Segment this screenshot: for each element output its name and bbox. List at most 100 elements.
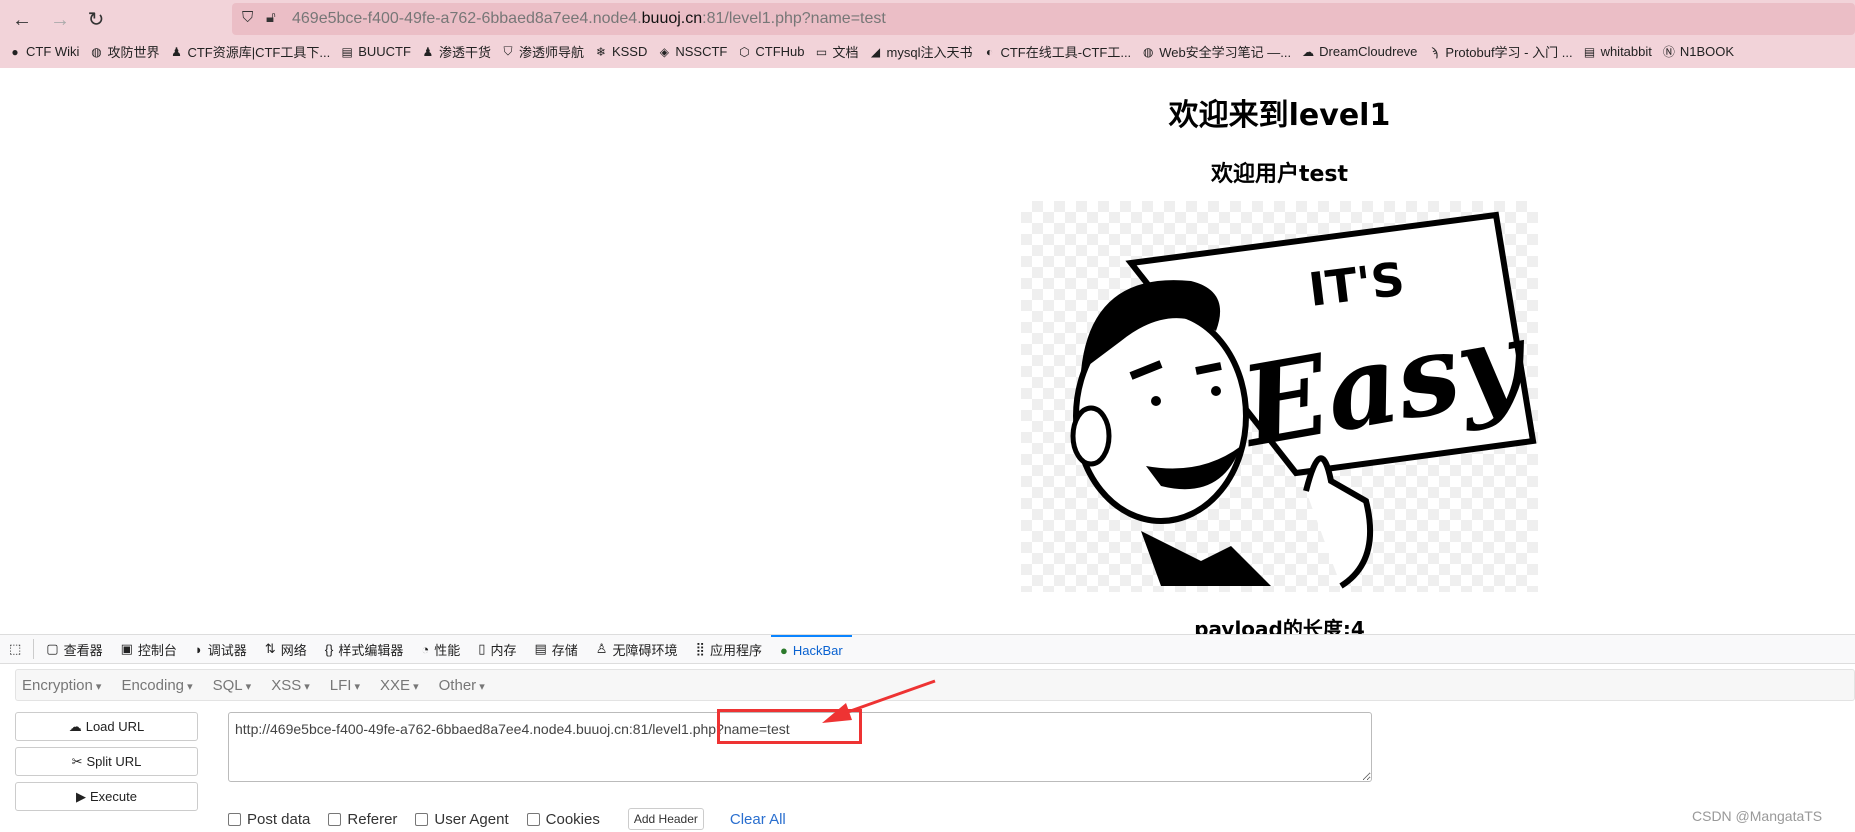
devtools-tab[interactable]: ♙ 无障碍环境 bbox=[587, 635, 687, 664]
devtools-tab-label: 网络 bbox=[280, 642, 307, 658]
ctfhub-icon: ⬡ bbox=[739, 44, 750, 59]
devtools-tab[interactable]: ▢ 查看器 bbox=[37, 635, 111, 664]
hackbar-menu-dropdown[interactable]: SQL bbox=[213, 677, 252, 694]
braces-icon: {} bbox=[324, 641, 334, 657]
checkbox-label[interactable]: Cookies bbox=[546, 811, 600, 828]
bookmark-label: N1BOOK bbox=[1679, 44, 1735, 59]
globe-icon: ◍ bbox=[1142, 44, 1154, 59]
clear-all-link[interactable]: Clear All bbox=[730, 811, 786, 828]
checkbox-label[interactable]: User Agent bbox=[434, 811, 508, 828]
divider bbox=[33, 639, 35, 659]
bookmark-item[interactable]: ◍ Web安全学习笔记 —... bbox=[1141, 42, 1291, 61]
bookmark-item[interactable]: ϡ Protobuf学习 - 入门 ... bbox=[1427, 42, 1573, 61]
bookmark-item[interactable]: ● CTF Wiki bbox=[8, 42, 79, 61]
add-header-button[interactable]: Add Header bbox=[627, 808, 704, 830]
split-url-button[interactable]: ✂ Split URL bbox=[15, 747, 198, 776]
devtools-tab[interactable]: ▯ 内存 bbox=[469, 635, 525, 664]
bookmark-item[interactable]: ♟ 渗透干货 bbox=[421, 42, 491, 61]
back-button[interactable]: ← bbox=[8, 6, 36, 34]
bookmark-item[interactable]: ◈ NSSCTF bbox=[657, 42, 728, 61]
bookmark-label: whitabbit bbox=[1600, 44, 1652, 59]
hackbar-menu-dropdown[interactable]: Encoding bbox=[121, 677, 192, 694]
buuctf-icon: ▤ bbox=[1583, 44, 1596, 59]
forward-button[interactable]: → bbox=[46, 6, 74, 34]
network-icon: ⇅ bbox=[264, 641, 276, 656]
hackbar-menu-dropdown[interactable]: XXE bbox=[380, 677, 419, 694]
page-title: 欢迎来到level1 bbox=[1168, 98, 1391, 133]
devtools-tab[interactable]: ⇅ 网络 bbox=[256, 635, 316, 664]
snowflake-icon: ❄ bbox=[595, 44, 606, 59]
bookmark-item[interactable]: ☁ DreamCloudreve bbox=[1301, 42, 1417, 61]
execute-button[interactable]: ▶ Execute bbox=[15, 782, 198, 811]
bookmark-item[interactable]: ◢ mysql注入天书 bbox=[869, 42, 973, 61]
protobuf-icon: ϡ bbox=[1430, 44, 1438, 59]
devtools-tab[interactable]: ● HackBar bbox=[771, 634, 852, 664]
bookmark-label: DreamCloudreve bbox=[1319, 44, 1418, 59]
checkbox[interactable] bbox=[228, 812, 241, 826]
bookmark-item[interactable]: ⛉ 渗透师导航 bbox=[501, 42, 584, 61]
checkbox[interactable] bbox=[526, 812, 540, 826]
performance-icon: ◔ bbox=[421, 641, 430, 657]
load-url-button[interactable]: ☁ Load URL bbox=[15, 712, 198, 741]
mysql-icon: ◢ bbox=[870, 44, 881, 59]
bookmark-item[interactable]: ⬡ CTFHub bbox=[737, 42, 804, 61]
devtools-panel: ⬚ ▢ 查看器 ▣ 控制台 ◗ 调试器 ⇅ 网络 {} 样式编辑器 ◔ 性能 ▯ 内存 ▤ 存储 ♙ 无障碍环境 ⣿… bbox=[0, 634, 1855, 832]
bookmark-item[interactable]: ▭ 文档 bbox=[815, 42, 859, 61]
element-picker-button[interactable]: ⬚ bbox=[0, 635, 30, 664]
person-icon: ♟ bbox=[171, 44, 182, 59]
n-icon: Ⓝ bbox=[1662, 45, 1675, 59]
debugger-icon: ◗ bbox=[194, 641, 203, 657]
devtools-tab[interactable]: ▣ 控制台 bbox=[112, 635, 186, 664]
accessibility-icon: ♙ bbox=[595, 641, 608, 656]
bookmark-label: KSSD bbox=[611, 44, 648, 59]
url-text[interactable]: 469e5bce-f400-49fe-a762-6bbaed8a7ee4.nod… bbox=[292, 10, 886, 28]
load-url-label: Load URL bbox=[85, 719, 145, 734]
bookmark-label: Protobuf学习 - 入门 ... bbox=[1445, 45, 1573, 60]
devtools-tab-label: 无障碍环境 bbox=[612, 642, 678, 658]
bookmark-item[interactable]: ▤ whitabbit bbox=[1583, 42, 1652, 61]
bookmark-label: NSSCTF bbox=[675, 44, 728, 59]
nssctf-icon: ◈ bbox=[659, 44, 669, 59]
hackbar-options: Post data Referer User Agent Cookies Add Hea… bbox=[228, 808, 786, 830]
hackbar-menu-dropdown[interactable]: Other bbox=[439, 677, 485, 694]
person-icon: ♟ bbox=[422, 44, 434, 59]
hackbar-icon: ● bbox=[780, 642, 788, 658]
devtools-tab[interactable]: ▤ 存储 bbox=[525, 635, 586, 664]
highlight-box bbox=[717, 709, 862, 744]
github-icon: ● bbox=[11, 44, 19, 59]
devtools-tab[interactable]: ⣿ 应用程序 bbox=[686, 635, 771, 664]
checkbox-label[interactable]: Referer bbox=[347, 811, 397, 828]
globe-icon: ◍ bbox=[91, 44, 102, 59]
bookmark-item[interactable]: ▤ BUUCTF bbox=[340, 42, 411, 61]
devtools-tab-label: 内存 bbox=[490, 642, 517, 658]
bookmark-item[interactable]: ◐ CTF在线工具-CTF工... bbox=[982, 42, 1131, 61]
bookmark-item[interactable]: Ⓝ N1BOOK bbox=[1662, 42, 1734, 61]
bookmark-item[interactable]: ♟ CTF资源库|CTF工具下... bbox=[169, 42, 330, 61]
checkbox-label[interactable]: Post data bbox=[247, 811, 310, 828]
checkbox[interactable] bbox=[415, 812, 429, 826]
checkbox[interactable] bbox=[328, 812, 342, 826]
cloud-icon: ☁ bbox=[1302, 44, 1315, 59]
folder-icon: ▭ bbox=[815, 44, 828, 59]
bookmark-label: Web安全学习笔记 —... bbox=[1159, 45, 1292, 60]
devtools-tab[interactable]: ◔ 性能 bbox=[412, 635, 469, 664]
devtools-tab-label: 调试器 bbox=[207, 642, 247, 658]
hackbar-menu-dropdown[interactable]: XSS bbox=[271, 677, 310, 694]
inspector-icon: ▢ bbox=[46, 641, 59, 656]
devtools-tab-label: 控制台 bbox=[137, 642, 177, 658]
shield-icon[interactable]: ⛉ bbox=[242, 9, 253, 26]
hackbar-menu: Encryption Encoding SQL XSS LFI XXE Other bbox=[15, 669, 1855, 701]
bookmark-item[interactable]: ◍ 攻防世界 bbox=[89, 42, 159, 61]
devtools-tab[interactable]: {} 样式编辑器 bbox=[316, 635, 413, 664]
devtools-tab[interactable]: ◗ 调试器 bbox=[186, 635, 256, 664]
bookmark-item[interactable]: ❄ KSSD bbox=[594, 42, 647, 61]
reload-button[interactable]: ↻ bbox=[82, 6, 110, 34]
console-icon: ▣ bbox=[120, 641, 133, 656]
insecure-lock-icon[interactable]: 🔓︎ bbox=[266, 9, 276, 26]
memory-icon: ▯ bbox=[478, 641, 486, 656]
hackbar-menu-dropdown[interactable]: Encryption bbox=[22, 677, 101, 694]
address-bar[interactable]: ⛉ 🔓︎ 469e5bce-f400-49fe-a762-6bbaed8a7ee… bbox=[232, 3, 1855, 35]
devtools-tab-label: 查看器 bbox=[63, 642, 103, 658]
hackbar-menu-dropdown[interactable]: LFI bbox=[330, 677, 360, 694]
bookmark-label: CTF Wiki bbox=[26, 44, 80, 59]
